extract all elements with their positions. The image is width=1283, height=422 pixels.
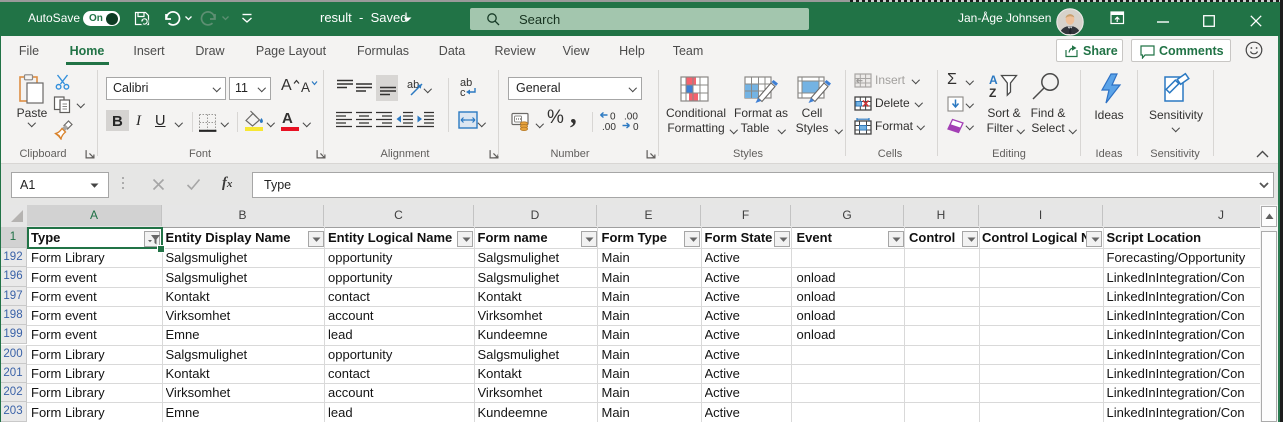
svg-text:.00: .00	[624, 112, 638, 123]
svg-text:0: 0	[610, 112, 616, 123]
svg-text:Z: Z	[989, 86, 996, 99]
svg-text:c: c	[460, 87, 466, 98]
svg-text:.00: .00	[602, 122, 616, 132]
svg-text:A: A	[989, 73, 998, 87]
svg-text:0: 0	[633, 122, 639, 132]
